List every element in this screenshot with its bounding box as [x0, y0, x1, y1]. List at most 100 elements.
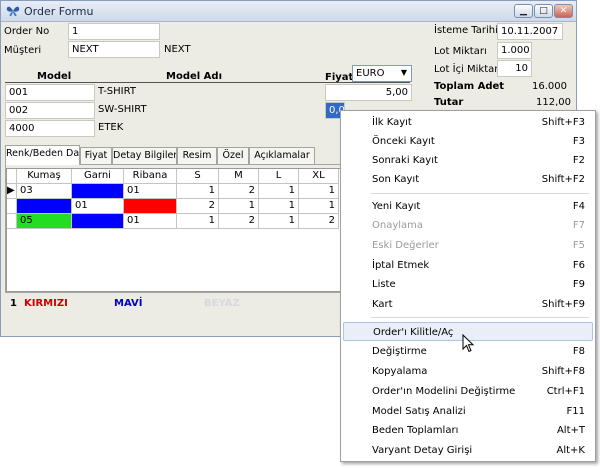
grid-cell-garni[interactable]: 01 [72, 199, 124, 214]
menu-item-label: Son Kayıt [372, 174, 420, 185]
menu-item-shortcut: Ctrl+F1 [546, 386, 585, 397]
menu-item-label: Yeni Kayıt [372, 201, 421, 212]
mouse-cursor-icon [462, 334, 475, 353]
grid-cell-m[interactable]: 2 [219, 184, 259, 199]
menu-item-label: Sonraki Kayıt [372, 155, 438, 166]
lot-miktari-field[interactable]: 1.000 [497, 42, 532, 59]
grid-cell-s[interactable]: 1 [177, 184, 219, 199]
menu-item-label: Değiştirme [372, 346, 427, 357]
menu-item-sonraki-kayit[interactable]: Sonraki Kayıt F2 [343, 151, 593, 170]
grid-indicator-header [7, 169, 17, 184]
menu-item-label: İptal Etmek [372, 260, 430, 271]
model-column-header: Model [37, 71, 72, 82]
musteri-name: NEXT [164, 44, 191, 55]
toplam-adet-value: 16.000 [532, 81, 567, 92]
grid-cell-l[interactable]: 1 [259, 214, 299, 229]
tab-resim[interactable]: Resim [177, 147, 217, 164]
menu-item-shortcut: Shift+F2 [541, 174, 585, 185]
menu-item-label: Kopyalama [372, 366, 428, 377]
grid-cell-xl[interactable]: 1 [299, 199, 339, 214]
lot-ici-miktari-label: Lot İçi Miktarı [434, 64, 502, 75]
grid-header-m[interactable]: M [219, 169, 259, 184]
lot-ici-miktari-field[interactable]: 10 [497, 60, 532, 77]
menu-item-label: Liste [372, 279, 396, 290]
tab-fiyat[interactable]: Fiyat [80, 147, 112, 164]
tab-aciklamalar[interactable]: Açıklamalar [249, 147, 315, 164]
grid-header-l[interactable]: L [259, 169, 299, 184]
menu-item-model-satis-analizi[interactable]: Model Satış Analizi F11 [343, 402, 593, 421]
isteme-tarihi-label: İsteme Tarihi [434, 25, 498, 36]
menu-item-ilk-kayit[interactable]: İlk Kayıt Shift+F3 [343, 113, 593, 132]
grid-cell-kumas[interactable]: 03 [17, 184, 72, 199]
grid-header-garni[interactable]: Garni [72, 169, 124, 184]
minimize-button[interactable]: ▁ [514, 4, 533, 18]
model-price-field-1[interactable]: 5,00 [325, 84, 412, 101]
menu-item-beden-toplamlari[interactable]: Beden Toplamları Alt+T [343, 421, 593, 440]
maximize-button[interactable]: □ [534, 4, 553, 18]
menu-item-shortcut: Shift+F3 [541, 117, 585, 128]
grid-cell-s[interactable]: 1 [177, 214, 219, 229]
tab-ozel[interactable]: Özel [217, 147, 249, 164]
menu-item-label: Onaylama [372, 220, 424, 231]
grid-cell-s[interactable]: 2 [177, 199, 219, 214]
grid-header-kumas[interactable]: Kumaş [17, 169, 72, 184]
grid-cell-l[interactable]: 1 [259, 184, 299, 199]
menu-item-son-kayit[interactable]: Son Kayıt Shift+F2 [343, 170, 593, 189]
tab-detay-bilgiler[interactable]: Detay Bilgiler [112, 147, 177, 164]
menu-item-label: Eski Değerler [372, 240, 439, 251]
grid-cell-kumas[interactable]: 02 [17, 199, 72, 214]
menu-item-eski-degerler: Eski Değerler F5 [343, 236, 593, 255]
minimize-icon: ▁ [520, 6, 527, 16]
title-bar[interactable]: Order Formu ▁ □ ✕ [1, 1, 576, 22]
row-indicator [7, 199, 17, 214]
grid-cell-l[interactable]: 1 [259, 199, 299, 214]
currency-select[interactable]: EURO ▼ [352, 65, 412, 82]
grid-cell-ribana[interactable]: 03 [124, 199, 177, 214]
grid-header-xl[interactable]: XL [299, 169, 339, 184]
row-pointer-icon: ▶ [7, 184, 17, 199]
menu-item-varyant-detay-girisi[interactable]: Varyant Detay Girişi Alt+K [343, 441, 593, 460]
legend-color-blue: MAVİ [114, 298, 143, 309]
isteme-tarihi-field[interactable]: 10.11.2007 [497, 23, 563, 40]
menu-item-kart[interactable]: Kart Shift+F9 [343, 295, 593, 314]
grid-cell-m[interactable]: 1 [219, 199, 259, 214]
maximize-icon: □ [539, 6, 548, 16]
close-icon: ✕ [559, 6, 568, 16]
tutar-value: 112,00 [536, 97, 571, 108]
menu-item-onaylama: Onaylama F7 [343, 216, 593, 235]
lot-miktari-label: Lot Miktarı [434, 46, 487, 57]
menu-item-yeni-kayit[interactable]: Yeni Kayıt F4 [343, 197, 593, 216]
close-button[interactable]: ✕ [554, 4, 573, 18]
grid-cell-garni[interactable]: 04 [72, 184, 124, 199]
menu-item-shortcut: F7 [572, 220, 585, 231]
grid-header-s[interactable]: S [177, 169, 219, 184]
menu-item-label: Varyant Detay Girişi [372, 445, 473, 456]
grid-cell-m[interactable]: 2 [219, 214, 259, 229]
menu-item-liste[interactable]: Liste F9 [343, 275, 593, 294]
menu-item-label: Önceki Kayıt [372, 136, 435, 147]
grid-cell-garni[interactable]: 04 [72, 214, 124, 229]
menu-item-iptal-etmek[interactable]: İptal Etmek F6 [343, 256, 593, 275]
model-name-1: T-SHIRT [98, 86, 136, 97]
grid-cell-ribana[interactable]: 01 [124, 214, 177, 229]
context-menu: İlk Kayıt Shift+F3 Önceki Kayıt F3 Sonraki… [340, 110, 596, 462]
model-adi-column-header: Model Adı [166, 71, 222, 82]
model-code-field-2[interactable]: 002 [5, 102, 95, 119]
model-code-field-1[interactable]: 001 [5, 84, 95, 101]
grid-cell-xl[interactable]: 2 [299, 214, 339, 229]
grid-cell-xl[interactable]: 1 [299, 184, 339, 199]
menu-item-shortcut: F4 [572, 201, 585, 212]
grid-header-ribana[interactable]: Ribana [124, 169, 177, 184]
tab-renk-beden[interactable]: Renk/Beden Dağılımı [5, 145, 80, 165]
menu-item-onceki-kayit[interactable]: Önceki Kayıt F3 [343, 132, 593, 151]
grid-cell-kumas[interactable]: 05 [17, 214, 72, 229]
musteri-code-field[interactable]: NEXT [68, 41, 160, 58]
menu-item-kopyalama[interactable]: Kopyalama Shift+F8 [343, 362, 593, 381]
menu-item-label: Kart [372, 299, 393, 310]
order-no-field[interactable]: 1 [68, 23, 160, 40]
model-code-field-3[interactable]: 4000 [5, 120, 95, 137]
menu-item-shortcut: F8 [572, 346, 585, 357]
menu-item-shortcut: F5 [572, 240, 585, 251]
grid-cell-ribana[interactable]: 01 [124, 184, 177, 199]
menu-item-model-degistirme[interactable]: Order'ın Modelini Değiştirme Ctrl+F1 [343, 382, 593, 401]
